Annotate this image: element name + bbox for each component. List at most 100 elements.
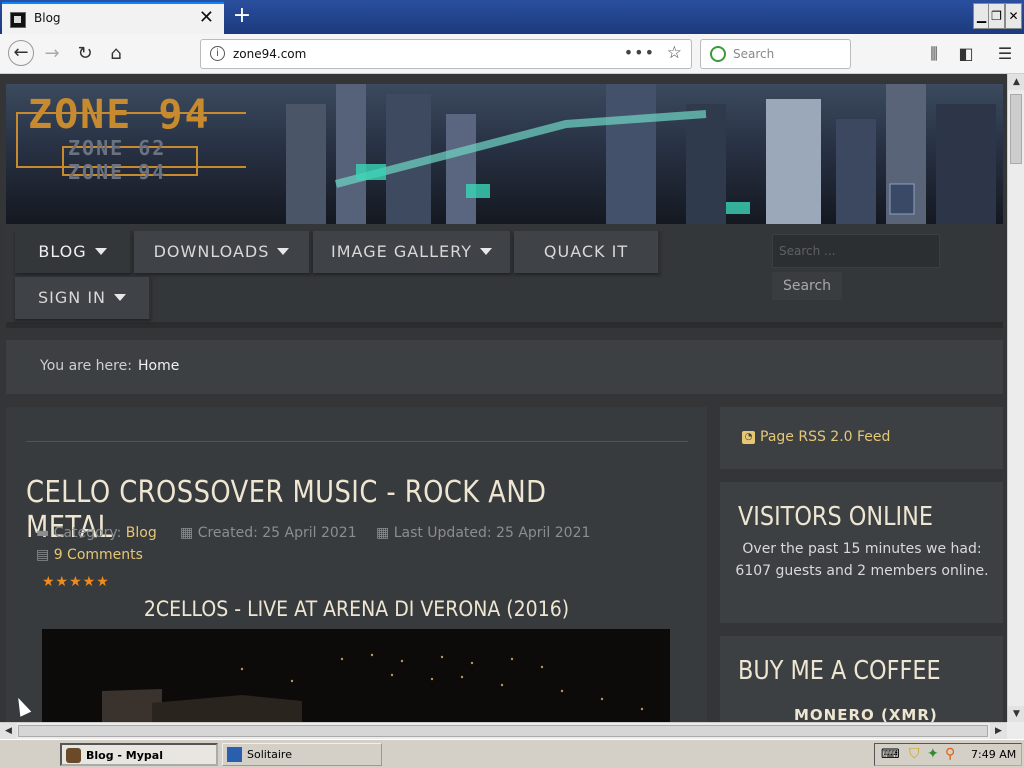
menu-label: QUACK IT	[543, 242, 629, 261]
updated-date: Last Updated: 25 April 2021	[393, 525, 591, 541]
menu-item-quack-it[interactable]: QUACK IT	[514, 231, 660, 273]
taskbar-label: Solitaire	[247, 748, 292, 761]
calendar-icon: ▦	[376, 525, 390, 541]
taskbar-item-browser[interactable]: Blog - Mypal	[60, 743, 218, 766]
site-search-button[interactable]: Search	[772, 272, 842, 300]
comments-link[interactable]: 9 Comments	[54, 547, 143, 563]
site-banner: ZONE 94 ZONE 62 ZONE 94	[6, 84, 1003, 224]
rss-icon: ◔	[742, 431, 755, 444]
site-search-input[interactable]: Search ...	[772, 234, 940, 268]
browser-app-icon	[66, 748, 81, 763]
video-title: 2CELLOS - LIVE AT ARENA DI VERONA (2016)	[143, 597, 570, 621]
close-window-button[interactable]: ✕	[1005, 3, 1022, 29]
menu-label: IMAGE GALLERY	[331, 242, 472, 261]
clock[interactable]: 7:49 AM	[971, 748, 1016, 761]
coffee-title: BUY ME A COFFEE	[738, 656, 941, 686]
breadcrumb-home[interactable]: Home	[138, 358, 179, 374]
comment-icon: ▤	[36, 547, 50, 563]
star-icon: ★★★★★	[42, 574, 110, 590]
reload-icon[interactable]: ↻	[73, 42, 97, 66]
network-icon[interactable]: ✦	[927, 746, 939, 762]
logo-sub-line-1: ZONE 62	[68, 136, 167, 160]
library-icon[interactable]: ⫼	[924, 44, 944, 64]
menu-label: SIGN IN	[37, 288, 106, 307]
scroll-right-icon[interactable]: ▶	[990, 723, 1007, 739]
site-favicon-icon	[10, 12, 26, 28]
visitors-text: Over the past 15 minutes we had: 6107 gu…	[735, 541, 989, 579]
logo-sub-line-2: ZONE 94	[68, 160, 167, 184]
category-link[interactable]: Blog	[126, 525, 157, 541]
scroll-left-icon[interactable]: ◀	[0, 723, 17, 739]
new-tab-button[interactable]: +	[232, 3, 252, 29]
scroll-corner	[1007, 722, 1024, 739]
page-viewport: ZONE 94 ZONE 62 ZONE 94 BLOG DOWNLOADS IM…	[0, 74, 1007, 722]
menu-label: BLOG	[38, 242, 87, 261]
scroll-up-icon[interactable]: ▲	[1008, 74, 1024, 90]
restore-button[interactable]: ❐	[988, 3, 1005, 29]
folder-icon: ▬	[36, 525, 50, 541]
scroll-thumb[interactable]	[1010, 94, 1022, 164]
tab-blog[interactable]: Blog ✕	[2, 2, 224, 34]
site-logo-sub: ZONE 62 ZONE 94	[68, 136, 166, 184]
tab-title: Blog	[34, 11, 61, 25]
site-info-icon[interactable]: i	[210, 46, 225, 61]
chevron-down-icon	[277, 248, 290, 255]
visitors-panel: VISITORS ONLINE Over the past 15 minutes…	[720, 482, 1003, 623]
article-comments[interactable]: ▤ 9 Comments	[36, 547, 143, 563]
chevron-down-icon	[114, 294, 126, 301]
bookmark-star-icon[interactable]: ☆	[667, 43, 682, 63]
system-tray: ⌨ ⛉ ✦ ⚲ 7:49 AM	[874, 743, 1022, 766]
breadcrumb: You are here: Home	[6, 340, 1003, 394]
taskbar-item-solitaire[interactable]: Solitaire	[222, 743, 382, 766]
video-player[interactable]	[42, 629, 670, 722]
horizontal-scrollbar[interactable]: ◀ ▶	[0, 722, 1007, 739]
taskbar: Blog - Mypal Solitaire ⌨ ⛉ ✦ ⚲ 7:49 AM	[0, 739, 1024, 768]
browser-search-input[interactable]: Search	[700, 39, 851, 69]
rss-link[interactable]: Page RSS 2.0 Feed	[760, 429, 890, 445]
article-updated: ▦ Last Updated: 25 April 2021	[376, 525, 590, 541]
page-actions-icon[interactable]: •••	[624, 43, 655, 62]
scroll-thumb[interactable]	[18, 725, 988, 737]
article-category: ▬ Category: Blog	[36, 525, 157, 541]
breadcrumb-prefix: You are here:	[40, 358, 132, 374]
coffee-subtitle: MONERO (XMR)	[794, 706, 938, 722]
rss-panel: ◔ Page RSS 2.0 Feed	[720, 407, 1003, 469]
scroll-down-icon[interactable]: ▼	[1008, 706, 1024, 722]
article-created: ▦ Created: 25 April 2021	[180, 525, 357, 541]
created-date: Created: 25 April 2021	[197, 525, 357, 541]
url-text[interactable]: zone94.com	[233, 47, 306, 61]
browser-toolbar: ← → ↻ ⌂ i zone94.com ••• ☆ Search ⫼ ◧ ☰	[0, 34, 1024, 74]
address-bar[interactable]: i zone94.com ••• ☆	[200, 39, 692, 69]
back-arrow-icon[interactable]: ←	[8, 40, 34, 66]
taskbar-label: Blog - Mypal	[86, 749, 163, 762]
keyboard-icon[interactable]: ⌨	[881, 747, 900, 762]
chevron-down-icon	[479, 248, 492, 255]
search-tray-icon[interactable]: ⚲	[945, 746, 955, 762]
menu-item-sign-in[interactable]: SIGN IN	[15, 277, 151, 319]
category-label: Category:	[53, 525, 122, 541]
shield-icon[interactable]: ⛉	[909, 746, 920, 762]
rating-stars[interactable]: ★★★★★	[42, 574, 110, 590]
close-tab-icon[interactable]: ✕	[199, 7, 214, 29]
home-icon[interactable]: ⌂	[104, 42, 128, 66]
visitors-title: VISITORS ONLINE	[738, 502, 934, 532]
site-logo[interactable]: ZONE 94	[28, 92, 211, 138]
article: CELLO CROSSOVER MUSIC - ROCK AND METAL ▬…	[6, 407, 707, 722]
tab-bar: Blog ✕ + ▁ ❐ ✕	[0, 0, 1024, 34]
forward-arrow-icon[interactable]: →	[40, 42, 64, 66]
chevron-down-icon	[94, 248, 107, 255]
calendar-icon: ▦	[180, 525, 194, 541]
menu-label: DOWNLOADS	[153, 242, 270, 261]
search-engine-icon	[710, 46, 726, 62]
menu-item-downloads[interactable]: DOWNLOADS	[134, 231, 311, 273]
menu-item-blog[interactable]: BLOG	[15, 231, 132, 273]
menu-item-image-gallery[interactable]: IMAGE GALLERY	[313, 231, 512, 273]
vertical-scrollbar[interactable]: ▲ ▼	[1007, 74, 1024, 722]
solitaire-app-icon	[227, 747, 242, 762]
coffee-panel: BUY ME A COFFEE MONERO (XMR)	[720, 636, 1003, 722]
video-frame-image	[42, 629, 670, 722]
menu-hamburger-icon[interactable]: ☰	[995, 44, 1015, 63]
divider	[26, 441, 688, 442]
sidebar-toggle-icon[interactable]: ◧	[956, 44, 976, 63]
browser-search-placeholder: Search	[733, 47, 775, 61]
